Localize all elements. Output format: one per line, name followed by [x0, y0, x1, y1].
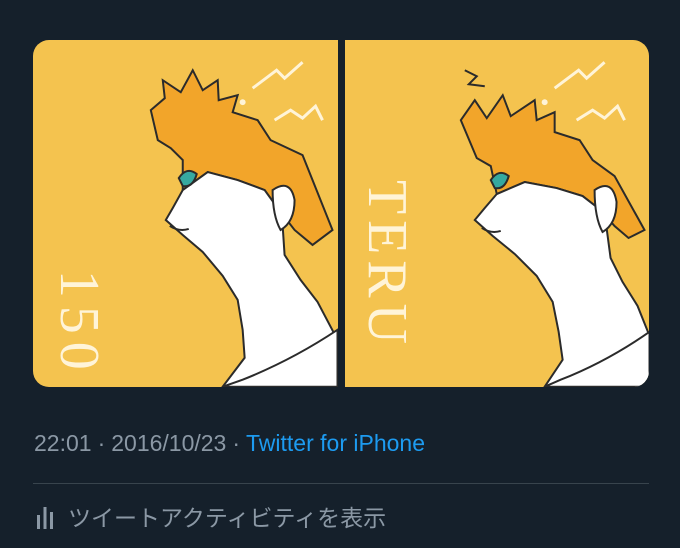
- bar-chart-icon: [37, 507, 53, 529]
- image-caption-1: 150: [48, 270, 110, 378]
- illustration-boy-profile-1: 150: [48, 61, 338, 387]
- activity-label: ツイートアクティビティを表示: [68, 505, 387, 531]
- image-caption-2: TERU: [355, 180, 417, 350]
- divider: [33, 483, 649, 484]
- meta-separator-2: ·: [232, 430, 241, 456]
- tweet-detail: 150 TERU 22:01 · 2016/10/23 · Twitter for iP…: [0, 0, 680, 548]
- tweet-time: 22:01: [34, 430, 92, 456]
- meta-separator: ·: [97, 430, 106, 456]
- media-grid: 150 TERU: [33, 40, 649, 387]
- illustration-boy-profile-2: TERU: [355, 61, 649, 387]
- view-tweet-activity-button[interactable]: ツイートアクティビティを表示: [36, 498, 386, 534]
- media-image-2[interactable]: TERU: [344, 40, 649, 387]
- tweet-timestamp-line: 22:01 · 2016/10/23 · Twitter for iPhone: [34, 428, 425, 458]
- media-image-1[interactable]: 150: [33, 40, 338, 387]
- tweet-source-link[interactable]: Twitter for iPhone: [246, 430, 425, 456]
- tweet-date: 2016/10/23: [111, 430, 227, 456]
